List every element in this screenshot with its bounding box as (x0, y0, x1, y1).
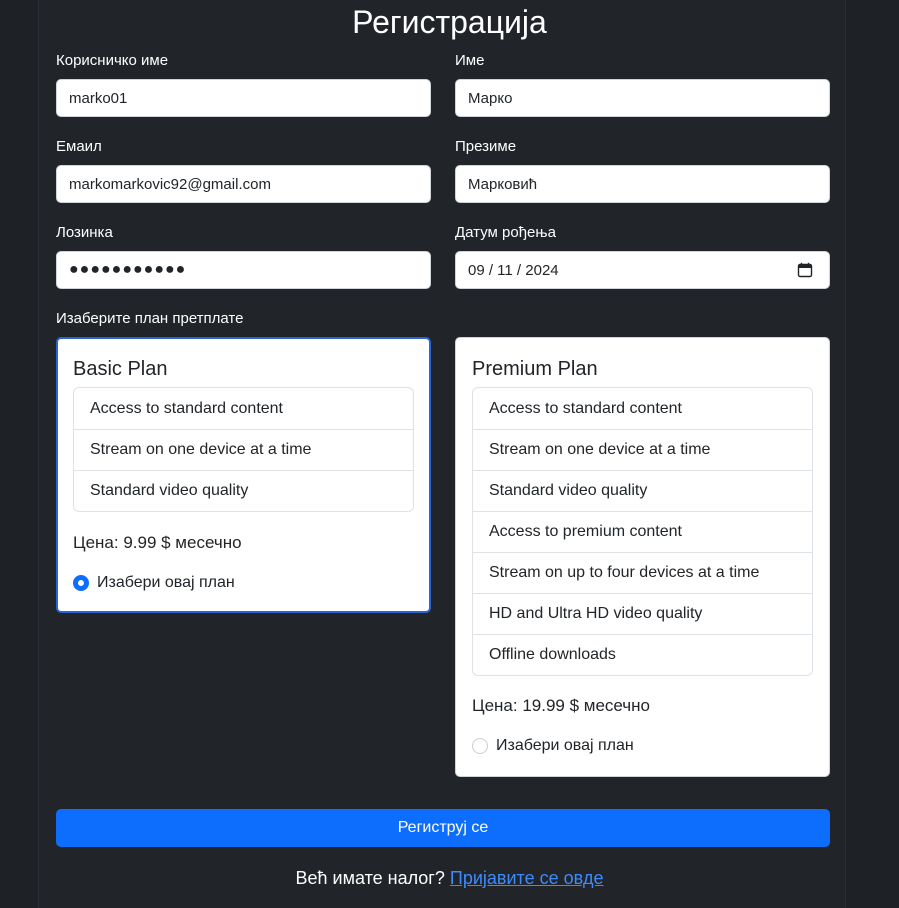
select-plan-basic[interactable]: Изабери овај план (73, 574, 235, 592)
birth-date-label: Датум рођења (455, 224, 556, 241)
list-item: Offline downloads (473, 634, 812, 675)
list-item: Stream on up to four devices at a time (473, 552, 812, 593)
feature-list: Access to standard content Stream on one… (472, 387, 813, 676)
list-item: Standard video quality (473, 470, 812, 511)
username-label: Корисничко име (56, 52, 169, 69)
calendar-icon[interactable] (797, 262, 813, 278)
page-title: Регистрација (352, 4, 547, 40)
select-plan-premium[interactable]: Изабери овај план (472, 737, 634, 755)
login-link[interactable]: Пријавите се овде (450, 868, 604, 888)
select-plan-label: Изабери овај план (496, 737, 634, 754)
login-prompt-text: Већ имате налог? (295, 868, 445, 888)
list-item: Access to standard content (90, 399, 283, 417)
login-prompt: Већ имате налог? Пријавите се овде (0, 868, 899, 889)
plan-title: Basic Plan (73, 358, 168, 380)
plan-title: Premium Plan (472, 358, 598, 380)
list-item: Stream on one device at a time (74, 429, 413, 470)
username-input[interactable]: marko01 (56, 79, 431, 117)
list-item: HD and Ultra HD video quality (473, 593, 812, 634)
last-name-label: Презиме (455, 138, 517, 155)
select-plan-label: Изабери овај план (97, 574, 235, 591)
list-item: Stream on one device at a time (473, 429, 812, 470)
plan-card-basic[interactable]: Basic Plan Access to standard content St… (56, 337, 431, 613)
radio-button-checked[interactable] (73, 575, 89, 591)
last-name-input[interactable]: Марковић (455, 165, 830, 203)
plan-price: Цена: 9.99 $ месечно (73, 533, 242, 552)
birth-date-input[interactable]: 09 / 11 / 2024 (455, 251, 830, 289)
plan-price: Цена: 19.99 $ месечно (472, 696, 650, 715)
email-input[interactable]: markomarkovic92@gmail.com (56, 165, 431, 203)
register-button[interactable]: Региструј се (56, 809, 830, 847)
list-item: Standard video quality (74, 470, 413, 511)
list-item: Access to premium content (473, 511, 812, 552)
radio-button[interactable] (472, 738, 488, 754)
plan-card-premium[interactable]: Premium Plan Access to standard content … (455, 337, 830, 777)
email-label: Емаил (56, 138, 102, 155)
feature-list: Access to standard content Stream on one… (73, 387, 414, 512)
password-input[interactable]: ●●●●●●●●●●● (56, 251, 431, 289)
password-label: Лозинка (56, 224, 113, 241)
list-item: Access to standard content (489, 399, 682, 417)
birth-date-value: 09 / 11 / 2024 (468, 261, 559, 279)
first-name-label: Име (455, 52, 485, 69)
first-name-input[interactable]: Марко (455, 79, 830, 117)
plan-section-label: Изаберите план претплате (56, 310, 244, 327)
